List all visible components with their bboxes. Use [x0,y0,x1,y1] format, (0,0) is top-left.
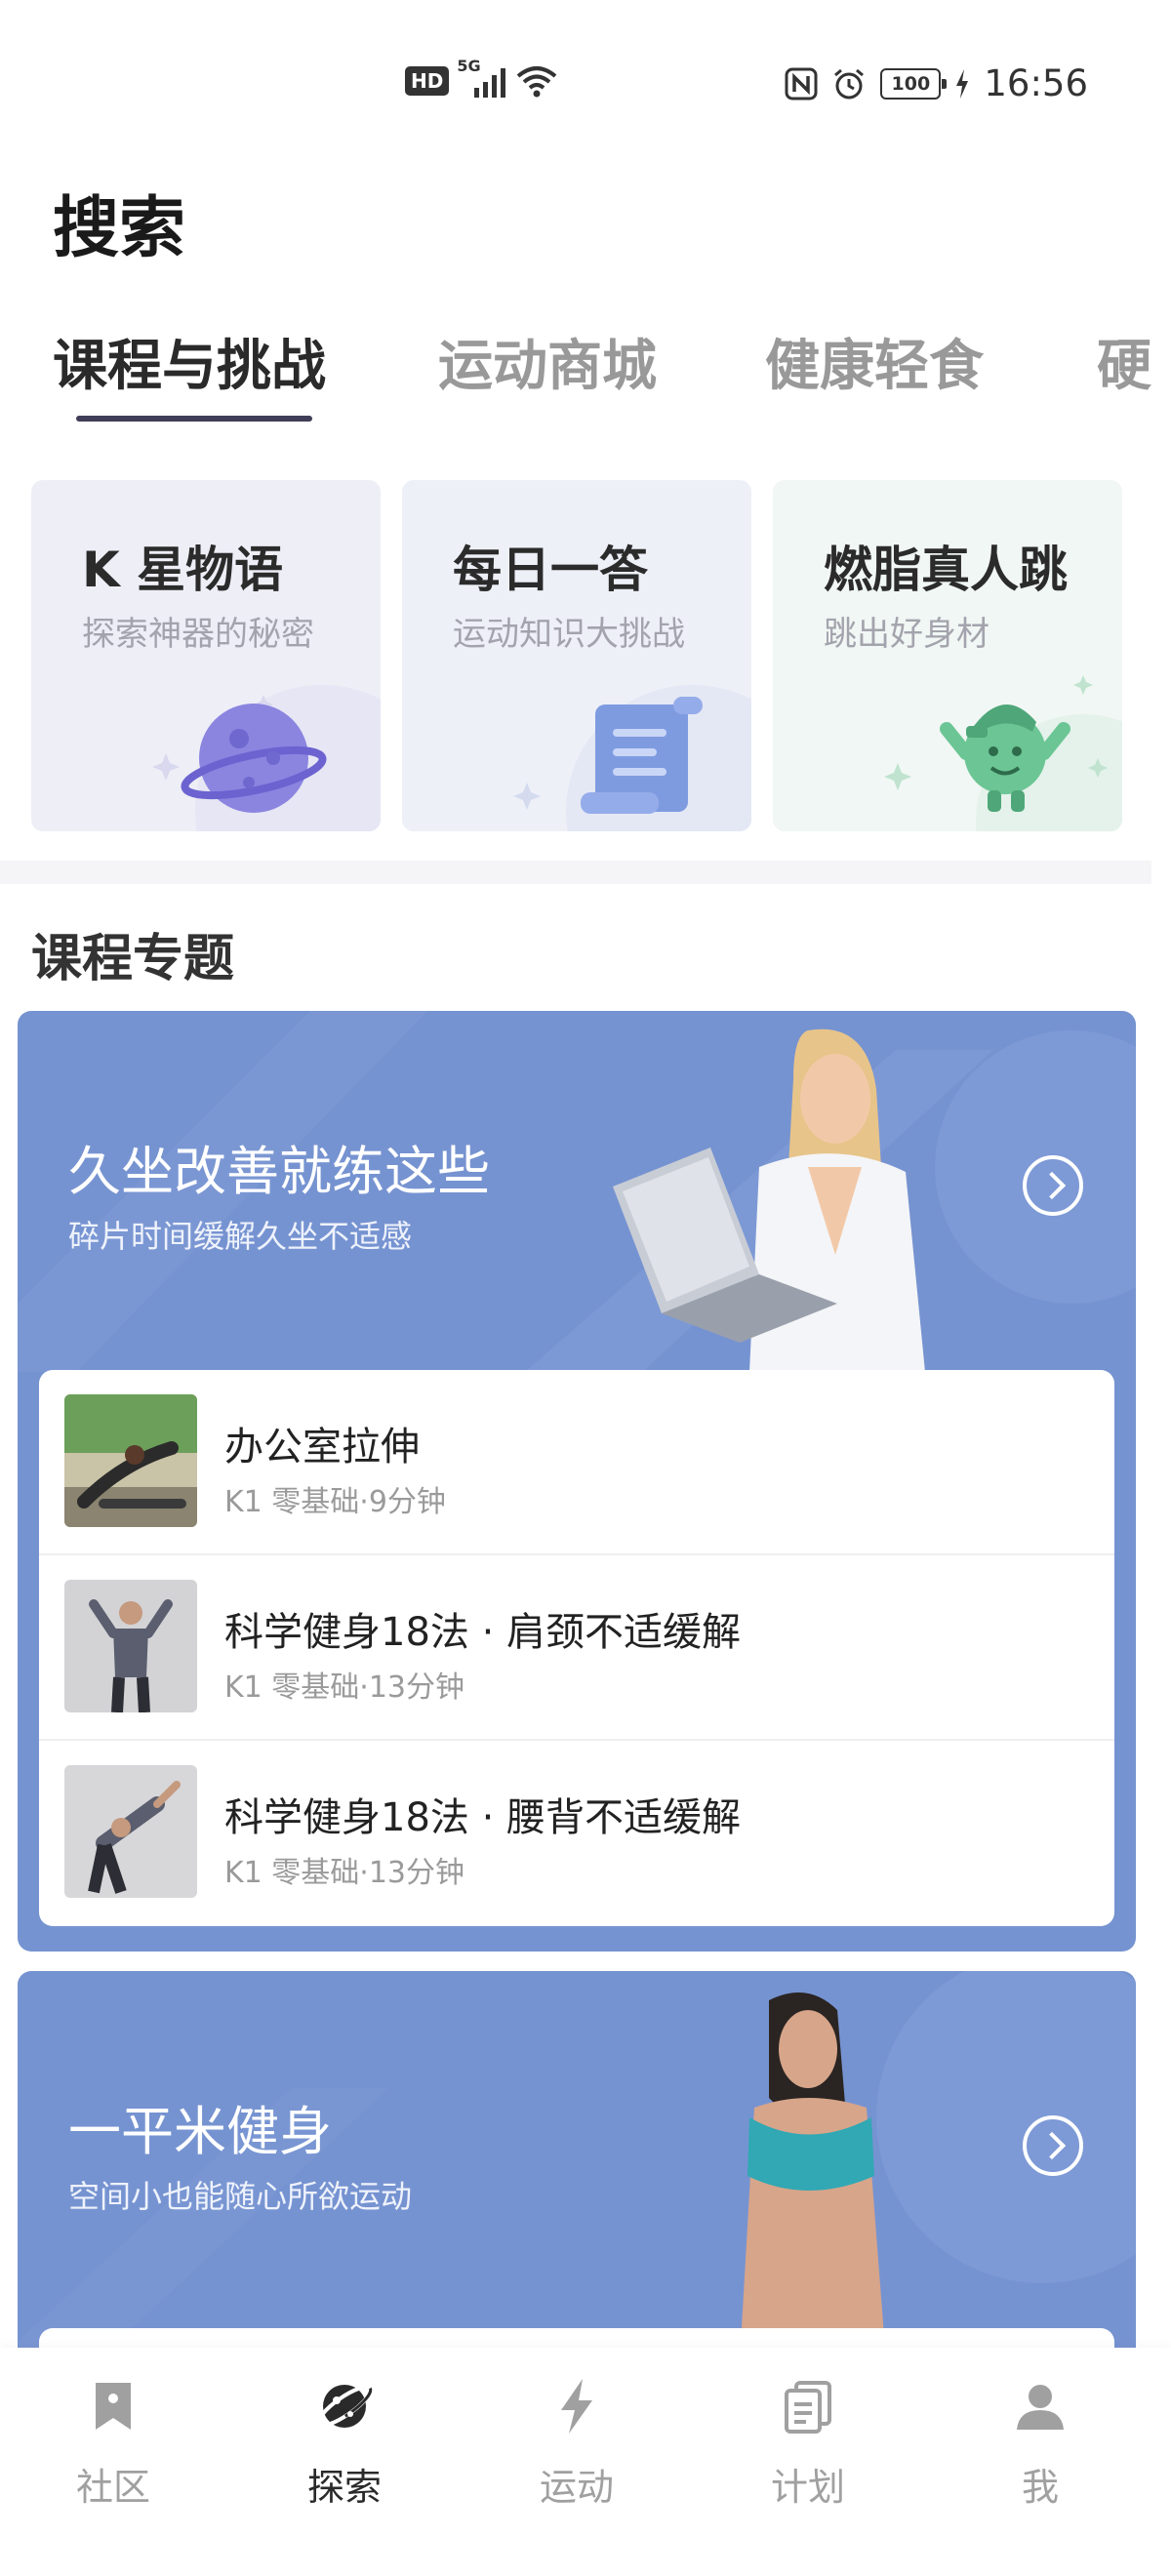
course-title: 科学健身18法 · 腰背不适缓解 [224,1795,742,1840]
course-meta: K1 零基础·9分钟 [224,1485,446,1519]
course-item[interactable]: 办公室拉伸 K1 零基础·9分钟 [39,1370,1114,1555]
banner-subtitle: 空间小也能随心所欲运动 [68,2178,413,2215]
section-title: 课程专题 [31,930,235,988]
course-thumbnail [64,1765,197,1898]
bottom-navigation: 社区 探索 运动 计划 我 [0,2348,1171,2576]
feature-card-title: 每日一答 [453,542,648,598]
nav-community[interactable]: 社区 [35,2348,191,2576]
feature-cards: K 星物语 探索神器的秘密 每日一答 运动知识大挑战 燃脂真人跳 跳出好身材 [31,480,1171,831]
banner-title: 久坐改善就练这些 [68,1141,490,1202]
battery-level: 100 [891,72,931,95]
status-right-group: 100 16:56 [785,62,1088,104]
course-list: 办公室拉伸 K1 零基础·9分钟 科学健身18法 · 肩颈不适缓解 K1 零基础… [39,1370,1114,1926]
plan-icon [785,2381,831,2434]
course-item[interactable]: 科学健身18法 · 腰背不适缓解 K1 零基础·13分钟 [39,1741,1114,1926]
category-tabs: 课程与挑战 运动商城 健康轻食 硬 [53,322,1171,429]
explore-icon [316,2385,373,2428]
banner-arrow-button[interactable] [1023,1155,1083,1216]
course-title: 办公室拉伸 [224,1425,420,1469]
topic-banner-sedentary[interactable]: 久坐改善就练这些 碎片时间缓解久坐不适感 办公室拉伸 K1 零基础·9分钟 科学… [18,1011,1136,1952]
nav-label: 运动 [539,2466,614,2509]
nfc-icon [785,67,818,100]
lightning-icon [561,2379,592,2434]
community-icon [96,2383,131,2430]
banner-subtitle: 碎片时间缓解久坐不适感 [68,1218,413,1255]
banner-person-image [613,1028,925,1372]
feature-card-fat-burn-jump[interactable]: 燃脂真人跳 跳出好身材 [773,480,1122,831]
course-meta: K1 零基础·13分钟 [224,1856,465,1890]
nav-label: 社区 [75,2466,150,2509]
feature-card-daily-quiz[interactable]: 每日一答 运动知识大挑战 [402,480,751,831]
banner-person-image [740,1992,886,2361]
mascot-icon [884,675,1122,831]
tab-courses-challenges[interactable]: 课程与挑战 [53,322,326,401]
course-item[interactable]: 科学健身18法 · 肩颈不适缓解 K1 零基础·13分钟 [39,1555,1114,1741]
course-thumbnail [64,1394,197,1527]
nav-profile[interactable]: 我 [962,2348,1118,2576]
battery-indicator: 100 [880,67,948,100]
course-title: 科学健身18法 · 肩颈不适缓解 [224,1610,742,1655]
feature-card-title: 燃脂真人跳 [824,542,1068,598]
nav-label: 计划 [770,2466,845,2509]
profile-icon [1017,2385,1064,2430]
scroll-icon [513,685,751,831]
status-bar: HD 5G 100 16:56 [0,0,1171,137]
banner-arrow-button[interactable] [1023,2115,1083,2176]
tab-healthy-food[interactable]: 健康轻食 [765,322,984,401]
tab-hardware[interactable]: 硬 [1097,322,1151,401]
nav-label: 探索 [306,2466,382,2509]
nav-workout[interactable]: 运动 [499,2348,655,2576]
wifi-icon [517,66,557,98]
status-left-group: HD 5G [405,57,558,98]
nav-plan[interactable]: 计划 [730,2348,886,2576]
tab-sports-mall[interactable]: 运动商城 [438,322,657,401]
course-meta: K1 零基础·13分钟 [224,1670,465,1705]
feature-card-title: K 星物语 [82,542,284,598]
charging-icon [956,68,969,99]
network-type-label: 5G [457,57,481,75]
page-title: 搜索 [53,190,186,267]
alarm-icon [834,68,865,99]
nav-explore[interactable]: 探索 [266,2348,423,2576]
nav-label: 我 [1021,2466,1059,2509]
planet-icon [152,685,381,831]
section-divider [0,861,1151,884]
banner-title: 一平米健身 [68,2101,332,2162]
hd-badge: HD [405,66,450,96]
clock: 16:56 [984,62,1088,104]
active-tab-indicator [76,416,312,422]
cellular-signal-icon: 5G [457,57,506,98]
course-thumbnail [64,1580,197,1712]
feature-card-k-star[interactable]: K 星物语 探索神器的秘密 [31,480,381,831]
